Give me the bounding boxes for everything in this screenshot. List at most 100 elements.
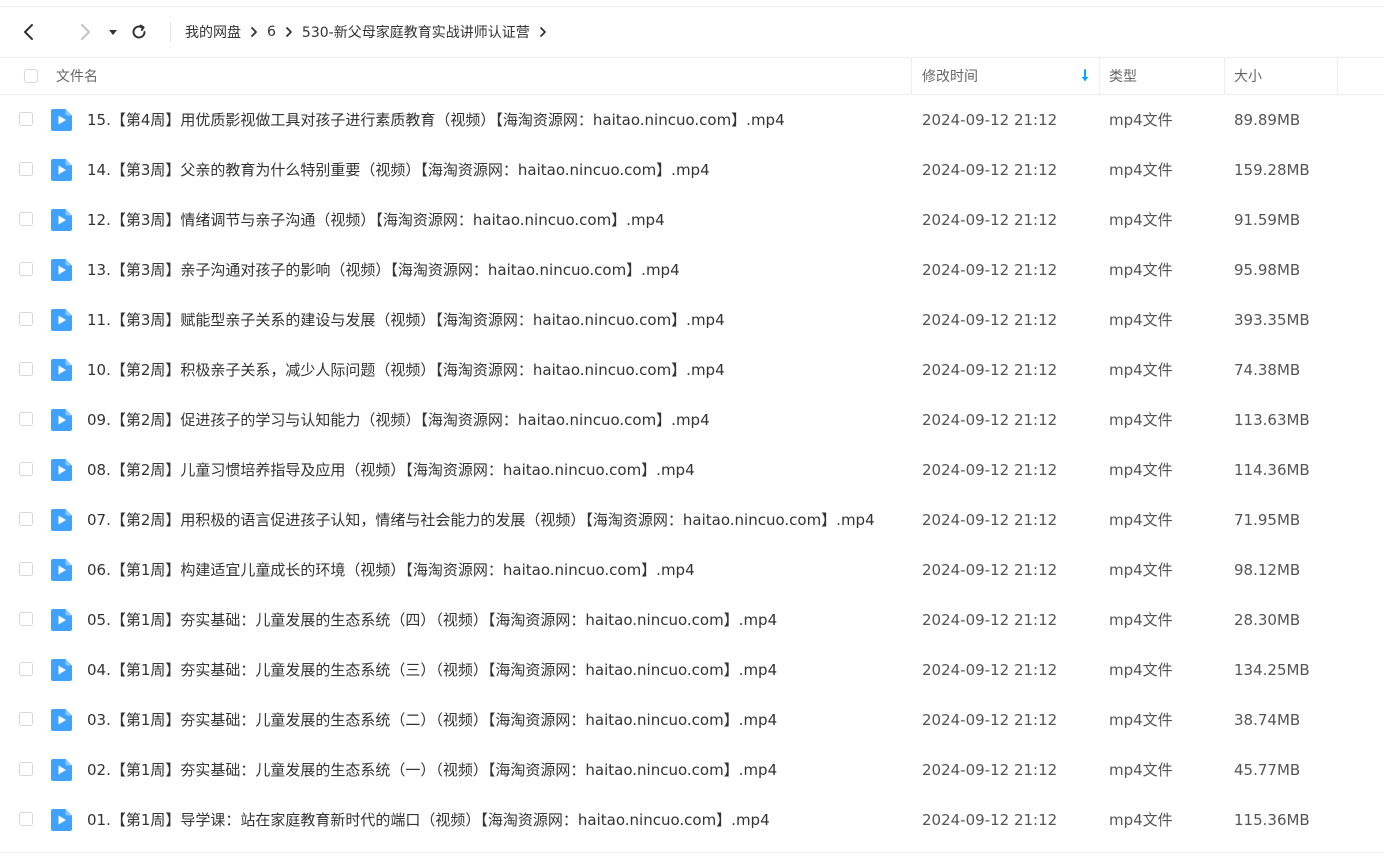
video-file-icon bbox=[51, 759, 72, 781]
row-checkbox[interactable] bbox=[19, 712, 33, 726]
file-name[interactable]: 14.【第3周】父亲的教育为什么特别重要（视频）【海淘资源网：haitao.ni… bbox=[87, 145, 710, 195]
breadcrumb-chevron-icon bbox=[536, 25, 550, 39]
file-modified: 2024-09-12 21:12 bbox=[922, 811, 1058, 829]
column-name[interactable]: 文件名 bbox=[56, 58, 98, 94]
row-checkbox[interactable] bbox=[19, 212, 33, 226]
breadcrumb-chevron-icon bbox=[282, 25, 296, 39]
file-size: 113.63MB bbox=[1234, 411, 1310, 429]
file-size: 74.38MB bbox=[1234, 361, 1301, 379]
file-name[interactable]: 10.【第2周】积极亲子关系，减少人际问题（视频）【海淘资源网：haitao.n… bbox=[87, 345, 725, 395]
breadcrumb: 我的网盘 6 530-新父母家庭教育实战讲师认证营 bbox=[185, 22, 556, 42]
file-row[interactable]: 14.【第3周】父亲的教育为什么特别重要（视频）【海淘资源网：haitao.ni… bbox=[0, 145, 1384, 195]
row-checkbox[interactable] bbox=[19, 312, 33, 326]
breadcrumb-item-folder[interactable]: 6 bbox=[267, 24, 276, 40]
row-checkbox[interactable] bbox=[19, 512, 33, 526]
file-modified: 2024-09-12 21:12 bbox=[922, 711, 1058, 729]
file-name[interactable]: 13.【第3周】亲子沟通对孩子的影响（视频）【海淘资源网：haitao.ninc… bbox=[87, 245, 680, 295]
file-modified: 2024-09-12 21:12 bbox=[922, 461, 1058, 479]
file-name[interactable]: 04.【第1周】夯实基础：儿童发展的生态系统（三）（视频）【海淘资源网：hait… bbox=[87, 645, 777, 695]
file-row[interactable]: 06.【第1周】构建适宜儿童成长的环境（视频）【海淘资源网：haitao.nin… bbox=[0, 545, 1384, 595]
file-modified: 2024-09-12 21:12 bbox=[922, 111, 1058, 129]
file-name[interactable]: 03.【第1周】夯实基础：儿童发展的生态系统（二）（视频）【海淘资源网：hait… bbox=[87, 695, 777, 745]
file-name[interactable]: 09.【第2周】促进孩子的学习与认知能力（视频）【海淘资源网：haitao.ni… bbox=[87, 395, 710, 445]
refresh-button[interactable] bbox=[127, 20, 151, 44]
file-type: mp4文件 bbox=[1109, 511, 1173, 529]
file-row[interactable]: 01.【第1周】导学课：站在家庭教育新时代的端口（视频）【海淘资源网：haita… bbox=[0, 795, 1384, 845]
row-checkbox[interactable] bbox=[19, 812, 33, 826]
file-row[interactable]: 03.【第1周】夯实基础：儿童发展的生态系统（二）（视频）【海淘资源网：hait… bbox=[0, 695, 1384, 745]
file-modified: 2024-09-12 21:12 bbox=[922, 161, 1058, 179]
row-checkbox[interactable] bbox=[19, 112, 33, 126]
file-modified: 2024-09-12 21:12 bbox=[922, 261, 1058, 279]
column-type[interactable]: 类型 bbox=[1109, 58, 1137, 94]
column-modified[interactable]: 修改时间 bbox=[922, 58, 978, 94]
file-modified: 2024-09-12 21:12 bbox=[922, 761, 1058, 779]
row-checkbox[interactable] bbox=[19, 612, 33, 626]
refresh-icon bbox=[132, 24, 146, 39]
forward-button[interactable] bbox=[73, 20, 97, 44]
file-name[interactable]: 07.【第2周】用积极的语言促进孩子认知，情绪与社会能力的发展（视频）【海淘资源… bbox=[87, 495, 875, 545]
file-name[interactable]: 06.【第1周】构建适宜儿童成长的环境（视频）【海淘资源网：haitao.nin… bbox=[87, 545, 695, 595]
breadcrumb-item-root[interactable]: 我的网盘 bbox=[185, 22, 241, 42]
file-type: mp4文件 bbox=[1109, 261, 1173, 279]
file-size: 159.28MB bbox=[1234, 161, 1310, 179]
column-divider bbox=[1337, 58, 1338, 94]
video-file-icon bbox=[51, 609, 72, 631]
file-row[interactable]: 07.【第2周】用积极的语言促进孩子认知，情绪与社会能力的发展（视频）【海淘资源… bbox=[0, 495, 1384, 545]
file-modified: 2024-09-12 21:12 bbox=[922, 511, 1058, 529]
file-row[interactable]: 04.【第1周】夯实基础：儿童发展的生态系统（三）（视频）【海淘资源网：hait… bbox=[0, 645, 1384, 695]
sort-direction-button[interactable] bbox=[1080, 58, 1090, 94]
row-checkbox[interactable] bbox=[19, 762, 33, 776]
file-row[interactable]: 13.【第3周】亲子沟通对孩子的影响（视频）【海淘资源网：haitao.ninc… bbox=[0, 245, 1384, 295]
file-name[interactable]: 15.【第4周】用优质影视做工具对孩子进行素质教育（视频）【海淘资源网：hait… bbox=[87, 95, 785, 145]
video-file-icon bbox=[51, 159, 72, 181]
file-size: 38.74MB bbox=[1234, 711, 1301, 729]
file-name[interactable]: 11.【第3周】赋能型亲子关系的建设与发展（视频）【海淘资源网：haitao.n… bbox=[87, 295, 725, 345]
file-row[interactable]: 11.【第3周】赋能型亲子关系的建设与发展（视频）【海淘资源网：haitao.n… bbox=[0, 295, 1384, 345]
file-row[interactable]: 12.【第3周】情绪调节与亲子沟通（视频）【海淘资源网：haitao.nincu… bbox=[0, 195, 1384, 245]
file-row[interactable]: 02.【第1周】夯实基础：儿童发展的生态系统（一）（视频）【海淘资源网：hait… bbox=[0, 745, 1384, 795]
breadcrumb-chevron-icon bbox=[247, 25, 261, 39]
file-row[interactable]: 05.【第1周】夯实基础：儿童发展的生态系统（四）（视频）【海淘资源网：hait… bbox=[0, 595, 1384, 645]
file-type: mp4文件 bbox=[1109, 361, 1173, 379]
file-type: mp4文件 bbox=[1109, 111, 1173, 129]
video-file-icon bbox=[51, 109, 72, 131]
file-row[interactable]: 09.【第2周】促进孩子的学习与认知能力（视频）【海淘资源网：haitao.ni… bbox=[0, 395, 1384, 445]
file-size: 71.95MB bbox=[1234, 511, 1301, 529]
file-modified: 2024-09-12 21:12 bbox=[922, 311, 1058, 329]
row-checkbox[interactable] bbox=[19, 362, 33, 376]
arrow-down-icon bbox=[1081, 69, 1089, 81]
video-file-icon bbox=[51, 409, 72, 431]
video-file-icon bbox=[51, 359, 72, 381]
history-dropdown-button[interactable] bbox=[101, 20, 125, 44]
row-checkbox[interactable] bbox=[19, 262, 33, 276]
chevron-left-icon bbox=[24, 24, 33, 40]
row-checkbox[interactable] bbox=[19, 412, 33, 426]
file-row[interactable]: 08.【第2周】儿童习惯培养指导及应用（视频）【海淘资源网：haitao.nin… bbox=[0, 445, 1384, 495]
file-name[interactable]: 05.【第1周】夯实基础：儿童发展的生态系统（四）（视频）【海淘资源网：hait… bbox=[87, 595, 777, 645]
file-row[interactable]: 15.【第4周】用优质影视做工具对孩子进行素质教育（视频）【海淘资源网：hait… bbox=[0, 95, 1384, 145]
file-name[interactable]: 01.【第1周】导学课：站在家庭教育新时代的端口（视频）【海淘资源网：haita… bbox=[87, 795, 770, 845]
back-button[interactable] bbox=[17, 20, 41, 44]
file-type: mp4文件 bbox=[1109, 761, 1173, 779]
nav-divider bbox=[170, 22, 171, 42]
row-checkbox[interactable] bbox=[19, 462, 33, 476]
file-size: 115.36MB bbox=[1234, 811, 1310, 829]
video-file-icon bbox=[51, 309, 72, 331]
select-all-checkbox[interactable] bbox=[24, 69, 38, 83]
row-checkbox[interactable] bbox=[19, 562, 33, 576]
breadcrumb-item-current[interactable]: 530-新父母家庭教育实战讲师认证营 bbox=[302, 22, 530, 42]
file-row[interactable]: 10.【第2周】积极亲子关系，减少人际问题（视频）【海淘资源网：haitao.n… bbox=[0, 345, 1384, 395]
column-size[interactable]: 大小 bbox=[1234, 58, 1262, 94]
video-file-icon bbox=[51, 559, 72, 581]
file-type: mp4文件 bbox=[1109, 661, 1173, 679]
row-checkbox[interactable] bbox=[19, 162, 33, 176]
file-type: mp4文件 bbox=[1109, 711, 1173, 729]
row-checkbox[interactable] bbox=[19, 662, 33, 676]
file-modified: 2024-09-12 21:12 bbox=[922, 411, 1058, 429]
video-file-icon bbox=[51, 459, 72, 481]
file-size: 114.36MB bbox=[1234, 461, 1310, 479]
file-name[interactable]: 02.【第1周】夯实基础：儿童发展的生态系统（一）（视频）【海淘资源网：hait… bbox=[87, 745, 777, 795]
file-name[interactable]: 08.【第2周】儿童习惯培养指导及应用（视频）【海淘资源网：haitao.nin… bbox=[87, 445, 695, 495]
file-name[interactable]: 12.【第3周】情绪调节与亲子沟通（视频）【海淘资源网：haitao.nincu… bbox=[87, 195, 665, 245]
